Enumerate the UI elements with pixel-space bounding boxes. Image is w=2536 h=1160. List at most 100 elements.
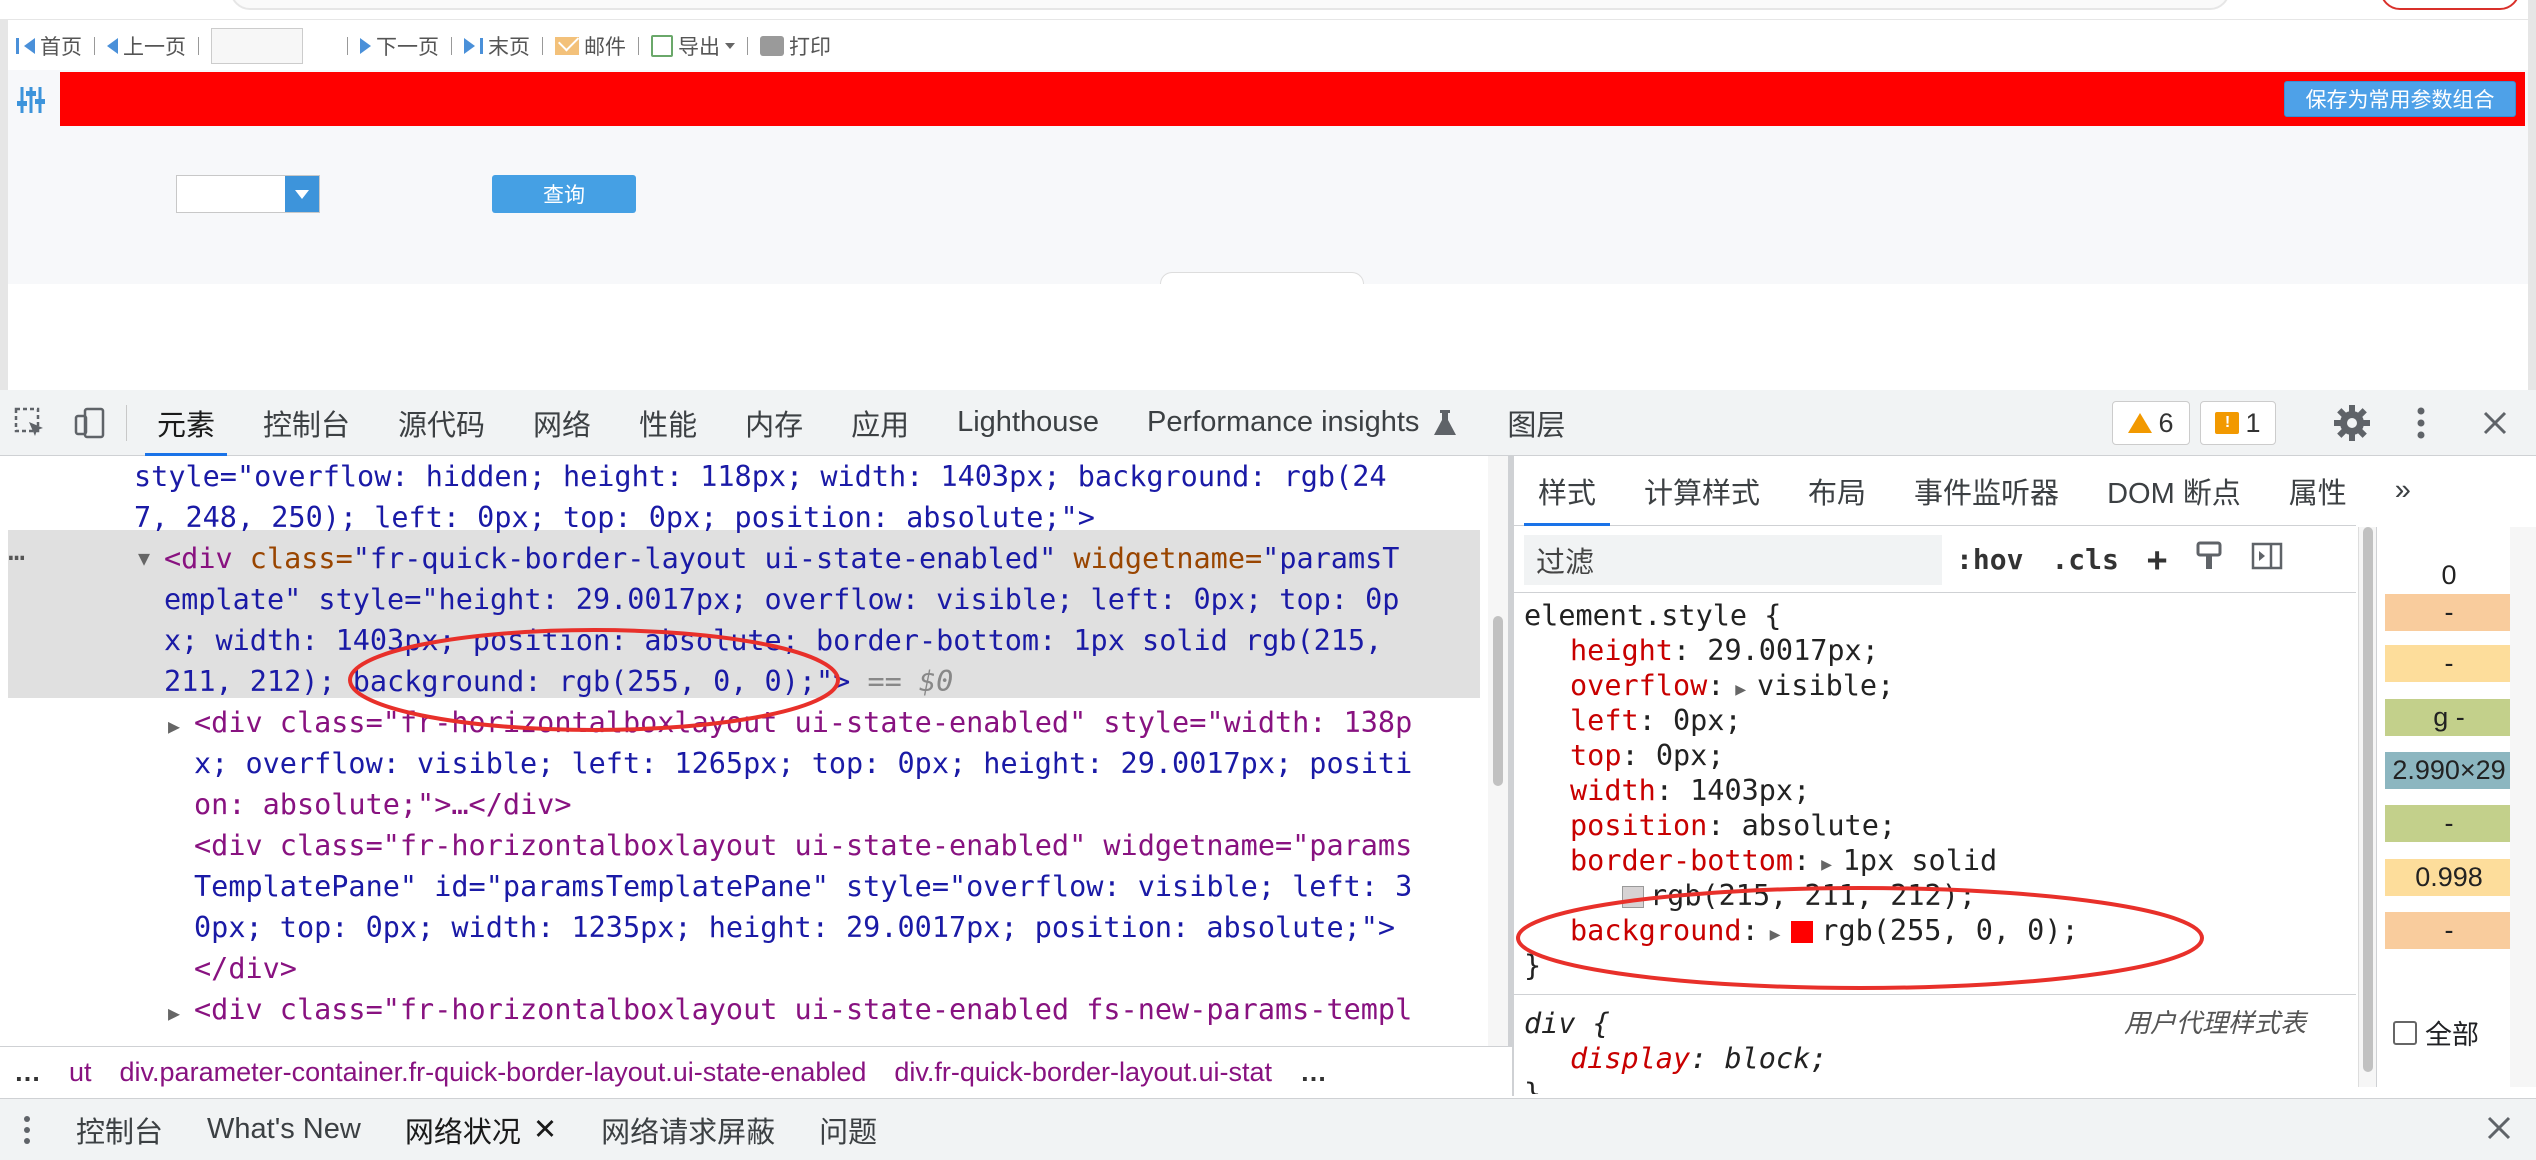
dom-line-selected[interactable]: x; width: 1403px; position: absolute; bo… [164, 620, 1382, 661]
dom-line[interactable]: on: absolute;">…</div> [194, 784, 572, 825]
box-model-value[interactable]: g - [2385, 699, 2513, 736]
dom-line[interactable]: <div class="fr-horizontalboxlayout ui-st… [194, 702, 1412, 743]
class-toggle[interactable]: .cls [2037, 543, 2132, 576]
tab-styles[interactable]: 样式 [1514, 456, 1620, 526]
more-options-button[interactable] [2396, 400, 2446, 446]
more-tabs-chevron-icon[interactable]: » [2371, 456, 2435, 526]
style-declaration-continued[interactable]: rgb(215, 211, 212); [1622, 878, 1976, 913]
drawer-tab-console[interactable]: 控制台 [54, 1109, 185, 1151]
header-button-edge[interactable] [2380, 0, 2520, 10]
drawer-tab-whats-new[interactable]: What's New [185, 1113, 383, 1146]
parameter-combo-box[interactable] [176, 175, 320, 213]
breadcrumb-overflow[interactable]: … [0, 1057, 55, 1088]
tab-computed[interactable]: 计算样式 [1620, 456, 1784, 526]
box-model-value[interactable]: 2.990×29 [2385, 752, 2513, 789]
expanded-triangle-icon[interactable]: ▼ [138, 538, 150, 579]
style-declaration[interactable]: overflow: ▶ visible; [1570, 668, 1894, 707]
collapse-handle[interactable] [1160, 272, 1364, 284]
prev-page-button[interactable]: 上一页 [99, 31, 194, 61]
warnings-badge[interactable]: 6 [2112, 401, 2190, 445]
style-declaration[interactable]: width: 1403px; [1570, 773, 1810, 808]
styles-scrollbar[interactable] [2358, 527, 2376, 1087]
checkbox[interactable] [2393, 1020, 2417, 1045]
box-model-value[interactable]: - [2385, 594, 2513, 631]
drawer-tab-network-conditions[interactable]: 网络状况 ✕ [383, 1109, 579, 1151]
tab-dom-breakpoints[interactable]: DOM 断点 [2083, 456, 2265, 526]
tab-network[interactable]: 网络 [509, 390, 615, 456]
next-page-button[interactable]: 下一页 [352, 31, 447, 61]
mail-button[interactable]: 邮件 [547, 31, 634, 61]
close-icon[interactable]: ✕ [533, 1112, 557, 1147]
tab-lighthouse[interactable]: Lighthouse [933, 390, 1123, 456]
style-declaration[interactable]: border-bottom: ▶ 1px solid [1570, 843, 1997, 882]
node-actions-ellipsis[interactable]: … [8, 530, 25, 571]
dom-line[interactable]: <div class="fr-horizontalboxlayout ui-st… [194, 825, 1412, 866]
dom-line-selected[interactable]: <div class="fr-quick-border-layout ui-st… [164, 538, 1399, 579]
collapsed-triangle-icon[interactable]: ▶ [168, 706, 180, 747]
box-model-value[interactable]: - [2385, 645, 2513, 682]
first-page-button[interactable]: 首页 [8, 31, 90, 61]
elements-scrollbar[interactable] [1488, 456, 1508, 1046]
dom-line[interactable]: <div class="fr-horizontalboxlayout ui-st… [194, 989, 1412, 1030]
dom-line[interactable]: x; overflow: visible; left: 1265px; top:… [194, 743, 1412, 784]
inspect-element-button[interactable] [0, 390, 60, 456]
tab-layout[interactable]: 布局 [1784, 456, 1890, 526]
box-model-value[interactable]: 0 [2385, 557, 2513, 594]
show-all-checkbox-row[interactable]: 全部 [2393, 1013, 2479, 1052]
tab-elements[interactable]: 元素 [133, 390, 239, 456]
tab-layers[interactable]: 图层 [1483, 390, 1589, 456]
tab-console[interactable]: 控制台 [239, 390, 374, 456]
new-rule-plus-icon[interactable]: + [2133, 540, 2181, 580]
style-declaration[interactable]: position: absolute; [1570, 808, 1896, 843]
drawer-menu-kebab-icon[interactable] [0, 1115, 54, 1145]
page-number-input[interactable] [211, 28, 303, 64]
dom-line-selected[interactable]: emplate" style="height: 29.0017px; overf… [164, 579, 1399, 620]
last-page-button[interactable]: 末页 [456, 31, 538, 61]
box-model-value[interactable]: - [2385, 805, 2513, 842]
breadcrumb-item[interactable]: ut [55, 1057, 106, 1088]
dom-line-selected[interactable]: 211, 212); background: rgb(255, 0, 0);">… [164, 661, 953, 702]
close-devtools-button[interactable] [2470, 400, 2520, 446]
style-declaration[interactable]: left: 0px; [1570, 703, 1742, 738]
export-button[interactable]: 导出 [643, 31, 743, 61]
style-declaration[interactable]: height: 29.0017px; [1570, 633, 1879, 668]
tab-sources[interactable]: 源代码 [374, 390, 509, 456]
settings-button[interactable] [2322, 400, 2382, 446]
dom-line[interactable]: style="overflow: hidden; height: 118px; … [134, 456, 1387, 497]
breadcrumb-item[interactable]: div.parameter-container.fr-quick-border-… [106, 1057, 881, 1088]
issues-badge[interactable]: ! 1 [2200, 401, 2276, 445]
breadcrumb-item[interactable]: div.fr-quick-border-layout.ui-stat [880, 1057, 1286, 1088]
device-toolbar-button[interactable] [60, 390, 120, 456]
breadcrumb-overflow[interactable]: … [1286, 1057, 1341, 1088]
dropdown-trigger[interactable] [285, 176, 319, 212]
drawer-tab-request-blocking[interactable]: 网络请求屏蔽 [579, 1109, 797, 1151]
dom-line[interactable]: </div> [194, 948, 297, 989]
print-button[interactable]: 打印 [752, 31, 839, 61]
user-agent-stylesheet-label[interactable]: 用户代理样式表 [2124, 1006, 2306, 1041]
dom-line[interactable]: TemplatePane" id="paramsTemplatePane" st… [194, 866, 1412, 907]
address-bar-edge[interactable] [230, 0, 2230, 10]
tab-performance[interactable]: 性能 [615, 390, 721, 456]
close-drawer-button[interactable] [2486, 1115, 2512, 1149]
tab-performance-insights[interactable]: Performance insights [1123, 390, 1483, 456]
box-model-value[interactable]: - [2385, 912, 2513, 949]
style-declaration[interactable]: top: 0px; [1570, 738, 1724, 773]
collapsed-triangle-icon[interactable]: ▶ [168, 993, 180, 1034]
paint-brush-icon[interactable] [2181, 541, 2237, 578]
tab-application[interactable]: 应用 [827, 390, 933, 456]
dom-line[interactable]: 7, 248, 250); left: 0px; top: 0px; posit… [134, 497, 1095, 538]
tab-event-listeners[interactable]: 事件监听器 [1890, 456, 2083, 526]
style-declaration[interactable]: background: ▶ rgb(255, 0, 0); [1570, 913, 2079, 952]
drawer-tab-issues[interactable]: 问题 [797, 1109, 899, 1151]
parameter-settings-icon[interactable] [8, 72, 54, 128]
save-params-combination-button[interactable]: 保存为常用参数组合 [2284, 81, 2516, 117]
box-model-scrollbar[interactable] [2510, 527, 2536, 1087]
hover-state-toggle[interactable]: :hov [1942, 543, 2037, 576]
dom-line[interactable]: 0px; top: 0px; width: 1235px; height: 29… [194, 907, 1395, 948]
box-model-value[interactable]: 0.998 [2385, 859, 2513, 896]
tab-properties[interactable]: 属性 [2265, 456, 2371, 526]
tab-memory[interactable]: 内存 [721, 390, 827, 456]
query-button[interactable]: 查询 [492, 175, 636, 213]
toggle-sidebar-icon[interactable] [2237, 542, 2297, 577]
styles-filter-input[interactable]: 过滤 [1524, 534, 1942, 585]
